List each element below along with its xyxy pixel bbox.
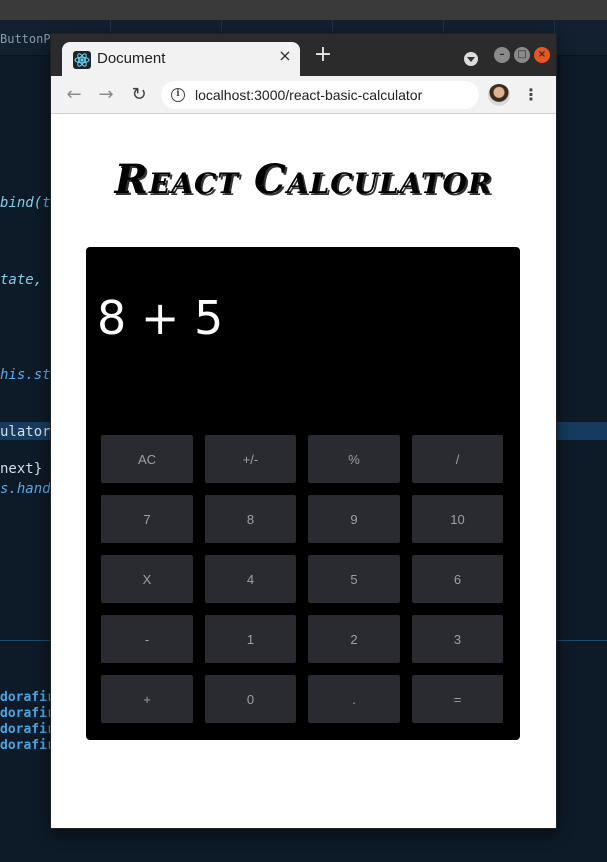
key-5[interactable]: 5 xyxy=(308,555,400,603)
page-content: React Calculator 8 + 5 AC +/- % / 7 8 9 … xyxy=(51,114,556,828)
key-1[interactable]: 1 xyxy=(205,615,296,663)
url-text[interactable]: localhost:3000/react-basic-calculator xyxy=(195,87,422,103)
profile-avatar[interactable] xyxy=(488,84,510,106)
key-divide[interactable]: / xyxy=(412,435,503,483)
key-add[interactable]: + xyxy=(101,675,193,723)
close-tab-icon[interactable]: × xyxy=(277,48,293,64)
key-7[interactable]: 7 xyxy=(101,495,193,543)
key-decimal[interactable]: . xyxy=(308,675,400,723)
terminal-line: dorafir xyxy=(0,738,55,753)
tab-search-icon[interactable] xyxy=(464,52,478,66)
keypad: AC +/- % / 7 8 9 10 X 4 5 6 - 1 2 3 + 0 … xyxy=(101,435,503,724)
maximize-button[interactable]: □ xyxy=(514,47,530,63)
key-8[interactable]: 8 xyxy=(205,495,296,543)
key-toggle-sign[interactable]: +/- xyxy=(205,435,296,483)
tab-strip: Document × + – □ × xyxy=(51,34,556,76)
key-2[interactable]: 2 xyxy=(308,615,400,663)
site-info-icon[interactable]: i xyxy=(171,88,185,102)
key-4[interactable]: 4 xyxy=(205,555,296,603)
key-equals[interactable]: = xyxy=(412,675,503,723)
reload-icon[interactable]: ↻ xyxy=(128,84,150,106)
key-percent[interactable]: % xyxy=(308,435,400,483)
key-10[interactable]: 10 xyxy=(412,495,503,543)
code-line: his.st xyxy=(0,367,51,383)
browser-toolbar: ← → ↻ i localhost:3000/react-basic-calcu… xyxy=(51,76,556,114)
terminal-line: dorafir xyxy=(0,690,55,705)
tab-title: Document xyxy=(97,50,166,67)
browser-tab[interactable]: Document × xyxy=(62,42,300,76)
code-line: tate, xyxy=(0,272,43,288)
browser-window: Document × + – □ × ← → ↻ i localhost:300… xyxy=(51,34,556,828)
window-close-button[interactable]: × xyxy=(534,47,550,63)
forward-arrow-icon[interactable]: → xyxy=(95,84,117,106)
key-subtract[interactable]: - xyxy=(101,615,193,663)
key-0[interactable]: 0 xyxy=(205,675,296,723)
address-bar[interactable]: i localhost:3000/react-basic-calculator … xyxy=(161,81,511,109)
code-line: ulator xyxy=(0,424,51,440)
calculator-display: 8 + 5 xyxy=(97,291,224,345)
new-tab-button[interactable]: + xyxy=(312,44,334,66)
window-controls: – □ × xyxy=(464,47,550,66)
page-title: React Calculator xyxy=(114,156,493,203)
code-line: s.hand xyxy=(0,481,51,497)
calculator: 8 + 5 AC +/- % / 7 8 9 10 X 4 5 6 - 1 2 … xyxy=(86,247,520,740)
code-line: next} xyxy=(0,461,43,477)
key-6[interactable]: 6 xyxy=(412,555,503,603)
menu-kebab-icon[interactable]: ⋮ xyxy=(523,84,539,106)
key-multiply[interactable]: X xyxy=(101,555,193,603)
react-icon xyxy=(73,51,91,69)
terminal-line: dorafir xyxy=(0,722,55,737)
key-9[interactable]: 9 xyxy=(308,495,400,543)
key-clear[interactable]: AC xyxy=(101,435,193,483)
editor-titlebar xyxy=(0,0,607,20)
key-3[interactable]: 3 xyxy=(412,615,503,663)
back-arrow-icon[interactable]: ← xyxy=(63,84,85,106)
terminal-line: dorafir xyxy=(0,706,55,721)
minimize-button[interactable]: – xyxy=(494,47,510,63)
code-line: bind(t xyxy=(0,195,51,211)
